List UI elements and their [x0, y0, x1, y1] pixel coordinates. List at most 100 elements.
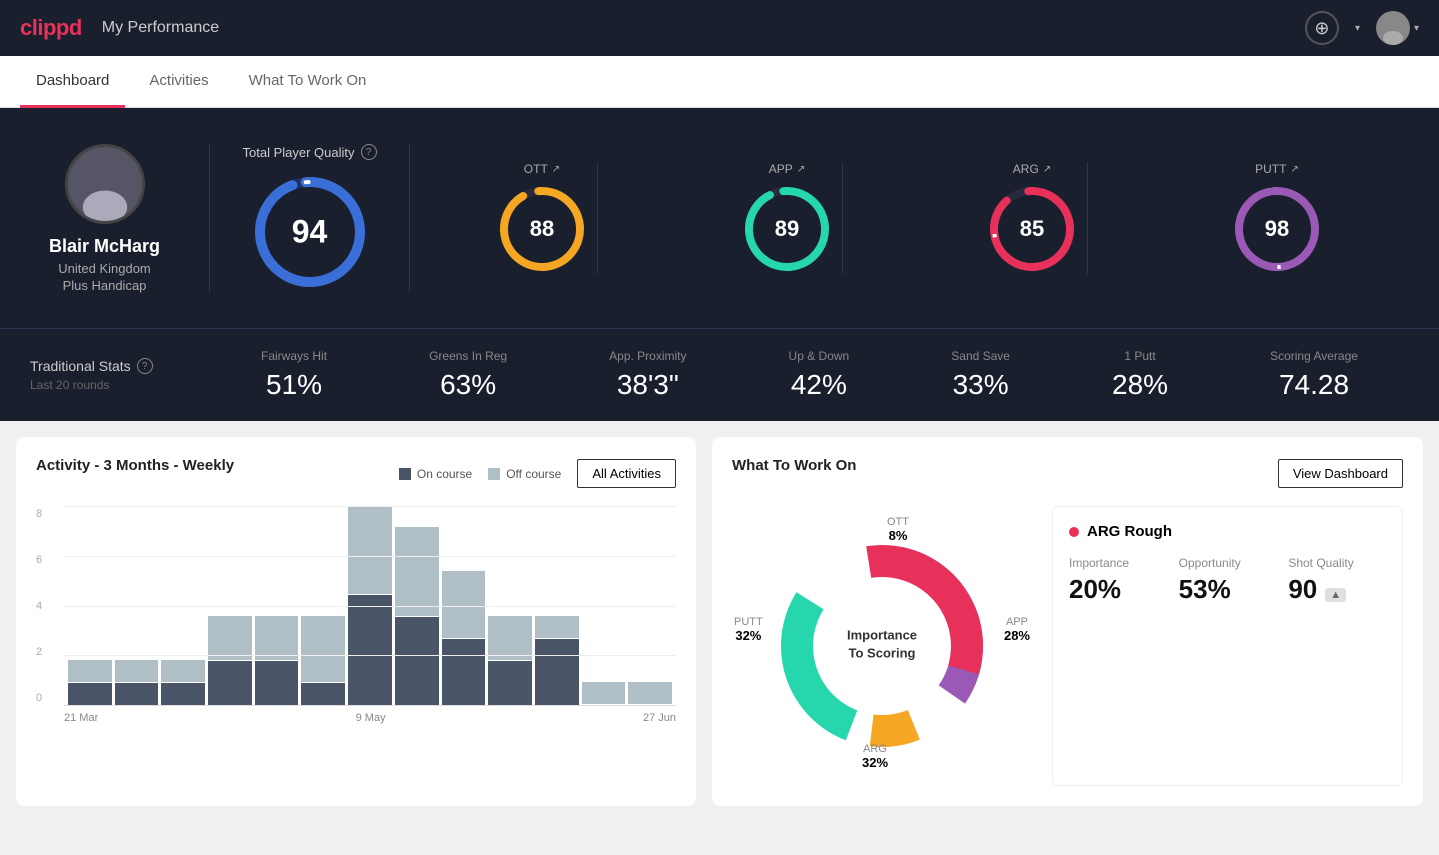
- add-chevron-icon: ▾: [1355, 23, 1360, 34]
- ott-value: 88: [530, 216, 554, 242]
- donut-label-arg: ARG 32%: [862, 743, 888, 770]
- y-label-4: 4: [36, 600, 42, 612]
- tab-what-to-work-on[interactable]: What To Work On: [233, 56, 383, 108]
- total-score-label: Total Player Quality ?: [243, 144, 377, 160]
- stat-name: Scoring Average: [1270, 349, 1358, 363]
- app-score: APP ↗ 89: [732, 162, 843, 274]
- stat-sand-save: Sand Save 33%: [951, 349, 1010, 401]
- profile-section: Blair McHarg United Kingdom Plus Handica…: [30, 144, 210, 293]
- logo-text: clippd: [20, 15, 82, 41]
- stat-name: Up & Down: [789, 349, 850, 363]
- stat-value: 33%: [953, 369, 1009, 401]
- chart-legend: On course Off course: [399, 467, 562, 481]
- putt-label: PUTT ↗: [1255, 162, 1299, 176]
- trend-icon: ↗: [552, 164, 560, 175]
- profile-handicap: Plus Handicap: [63, 278, 147, 293]
- stat-fairways-hit: Fairways Hit 51%: [261, 349, 327, 401]
- bar-on-course: [255, 661, 299, 705]
- tab-dashboard[interactable]: Dashboard: [20, 56, 125, 108]
- stat-value: 74.28: [1279, 369, 1349, 401]
- arg-label: ARG ↗: [1013, 162, 1051, 176]
- nav-tabs: Dashboard Activities What To Work On: [0, 56, 1439, 108]
- header-right: ⊕ ▾ ▾: [1305, 11, 1419, 45]
- stat-1-putt: 1 Putt 28%: [1112, 349, 1168, 401]
- bar-on-course: [348, 595, 392, 705]
- stat-value: 42%: [791, 369, 847, 401]
- metric-opportunity: Opportunity 53%: [1179, 556, 1277, 605]
- sub-scores: OTT ↗ 88 APP ↗ 89: [410, 162, 1409, 274]
- donut-center: Importance To Scoring: [847, 626, 917, 662]
- view-dashboard-button[interactable]: View Dashboard: [1278, 459, 1403, 488]
- trad-stats-label: Traditional Stats ? Last 20 rounds: [30, 358, 190, 392]
- bar-on-course: [395, 617, 439, 705]
- app-gauge: 89: [742, 184, 832, 274]
- bar-off-course: [442, 571, 486, 637]
- activity-header: Activity - 3 Months - Weekly On course O…: [36, 457, 676, 490]
- add-button[interactable]: ⊕: [1305, 11, 1339, 45]
- tab-activities[interactable]: Activities: [133, 56, 224, 108]
- x-labels: 21 Mar 9 May 27 Jun: [64, 706, 676, 724]
- bar-off-course: [535, 616, 579, 638]
- off-course-dot: [488, 468, 500, 480]
- donut-label-app: APP 28%: [1004, 616, 1030, 643]
- legend-off-course: Off course: [488, 467, 561, 481]
- detail-card: ARG Rough Importance 20% Opportunity 53%…: [1052, 506, 1403, 786]
- plus-icon: ⊕: [1314, 18, 1329, 39]
- bar-on-course: [535, 639, 579, 705]
- legend-on-course: On course: [399, 467, 472, 481]
- chart-bars-area: [64, 506, 676, 706]
- donut-chart-section: Importance To Scoring OTT 8% APP 28% ARG…: [732, 506, 1032, 786]
- x-label-may: 9 May: [356, 712, 386, 724]
- bar-off-course: [395, 527, 439, 615]
- stat-value: 28%: [1112, 369, 1168, 401]
- bar-off-course: [255, 616, 299, 660]
- putt-gauge: 98: [1232, 184, 1322, 274]
- trad-stats-row: Fairways Hit 51% Greens In Reg 63% App. …: [210, 349, 1409, 401]
- traditional-stats: Traditional Stats ? Last 20 rounds Fairw…: [0, 328, 1439, 421]
- header-title: My Performance: [102, 19, 219, 37]
- avatar: [65, 144, 145, 224]
- ott-score: OTT ↗ 88: [487, 162, 598, 274]
- bar-off-course: [488, 616, 532, 660]
- stat-name: Fairways Hit: [261, 349, 327, 363]
- bar-on-course: [208, 661, 252, 705]
- putt-score: PUTT ↗ 98: [1222, 162, 1332, 274]
- x-label-jun: 27 Jun: [643, 712, 676, 724]
- bar-on-course: [68, 683, 112, 705]
- info-icon[interactable]: ?: [137, 358, 153, 374]
- stat-name: Greens In Reg: [429, 349, 507, 363]
- ott-gauge: 88: [497, 184, 587, 274]
- y-label-0: 0: [36, 692, 42, 704]
- user-menu[interactable]: ▾: [1376, 11, 1419, 45]
- y-label-8: 8: [36, 508, 42, 520]
- bottom-panels: Activity - 3 Months - Weekly On course O…: [0, 421, 1439, 822]
- metric-label: Opportunity: [1179, 556, 1277, 570]
- arg-gauge: 85: [987, 184, 1077, 274]
- bar-off-course: [115, 660, 159, 682]
- bar-off-course: [208, 616, 252, 660]
- total-score-gauge: 94: [250, 172, 370, 292]
- total-score-value: 94: [292, 214, 328, 251]
- info-icon[interactable]: ?: [361, 144, 377, 160]
- stat-name: Sand Save: [951, 349, 1010, 363]
- stat-name: 1 Putt: [1124, 349, 1155, 363]
- detail-card-title: ARG Rough: [1069, 523, 1386, 540]
- ott-label: OTT ↗: [524, 162, 560, 176]
- bar-off-course: [348, 506, 392, 594]
- stat-name: App. Proximity: [609, 349, 686, 363]
- wtwo-title: What To Work On: [732, 457, 856, 474]
- trad-stats-subtitle: Last 20 rounds: [30, 378, 190, 392]
- all-activities-button[interactable]: All Activities: [577, 459, 676, 488]
- shot-quality-badge: ▲: [1325, 588, 1346, 602]
- chart-wrapper: 0 2 4 6 8 21 Mar 9 May 27 Jun: [36, 506, 676, 724]
- app-value: 89: [775, 216, 799, 242]
- bar-off-course: [628, 682, 672, 704]
- bar-on-course: [301, 683, 345, 705]
- metric-value: 53%: [1179, 574, 1277, 605]
- arg-score: ARG ↗ 85: [977, 162, 1088, 274]
- profile-name: Blair McHarg: [49, 236, 160, 257]
- metric-importance: Importance 20%: [1069, 556, 1167, 605]
- metric-value: 20%: [1069, 574, 1167, 605]
- bar-on-course: [115, 683, 159, 705]
- total-score-section: Total Player Quality ? 94: [210, 144, 410, 292]
